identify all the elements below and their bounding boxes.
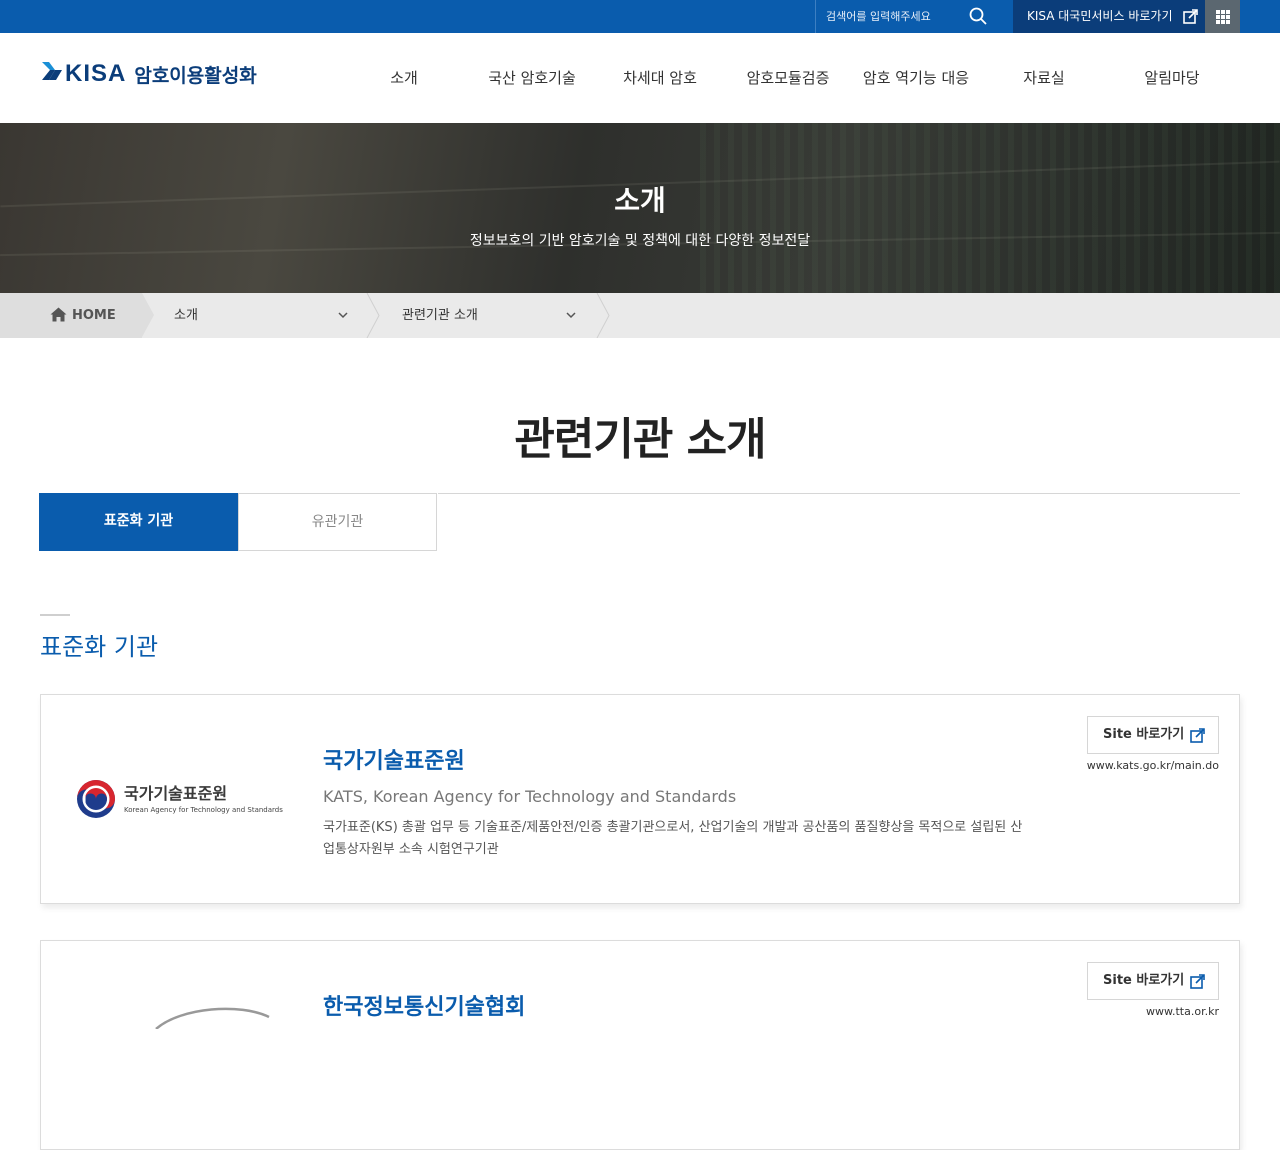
tab-standardization[interactable]: 표준화 기관 [39,493,238,551]
breadcrumb: HOME 소개 관련기관 소개 [0,293,1280,338]
header: KISA 암호이용활성화 소개 국산 암호기술 차세대 암호 암호모듈검증 암호… [0,33,1280,123]
org-name: 국가기술표준원 [323,749,465,774]
hero-title: 소개 [614,184,666,217]
nav-item-crypto-misuse[interactable]: 암호 역기능 대응 [852,33,980,123]
org-card: 한국정보통신기술협회 Site 바로가기 www.tta.or.kr [40,940,1240,1150]
external-link-icon [1190,728,1205,743]
kisa-public-service-link[interactable]: KISA 대국민서비스 바로가기 [1013,0,1205,33]
breadcrumb-level2-label: 관련기관 소개 [402,308,478,323]
global-nav: 소개 국산 암호기술 차세대 암호 암호모듈검증 암호 역기능 대응 자료실 알… [340,33,1236,123]
kisa-logo[interactable]: KISA 암호이용활성화 [40,57,257,91]
kisa-link-label: KISA 대국민서비스 바로가기 [1027,9,1173,23]
breadcrumb-level1-select[interactable]: 소개 [174,293,354,338]
kats-logo: 국가기술표준원 Korean Agency for Technology and… [76,779,291,821]
breadcrumb-home-label: HOME [72,308,116,323]
breadcrumb-separator [596,293,610,338]
page-title: 관련기관 소개 [514,414,766,465]
logo-kisa-text: KISA [65,60,127,87]
breadcrumb-level2-select[interactable]: 관련기관 소개 [402,293,582,338]
site-url[interactable]: www.tta.or.kr [1019,1005,1219,1018]
home-icon [50,307,67,322]
search-icon[interactable] [968,6,988,26]
hero-banner: 소개 정보보호의 기반 암호기술 및 정책에 대한 다양한 정보전달 [0,123,1280,293]
tta-logo [155,1007,270,1029]
nav-item-domestic-crypto[interactable]: 국산 암호기술 [468,33,596,123]
site-link-label: Site 바로가기 [1103,973,1185,988]
search-input[interactable] [826,8,976,25]
nav-item-intro[interactable]: 소개 [340,33,468,123]
kats-logo-english: Korean Agency for Technology and Standar… [124,806,283,814]
tab-related-orgs[interactable]: 유관기관 [238,493,437,551]
hero-subtitle: 정보보호의 기반 암호기술 및 정책에 대한 다양한 정보전달 [469,233,811,249]
org-card: 국가기술표준원 Korean Agency for Technology and… [40,694,1240,904]
site-link-button[interactable]: Site 바로가기 [1087,716,1219,754]
site-map-button[interactable] [1205,0,1240,33]
kats-logo-korean: 국가기술표준원 [124,784,228,803]
site-link-label: Site 바로가기 [1103,727,1185,742]
breadcrumb-level1-label: 소개 [174,308,198,323]
nav-item-notice[interactable]: 알림마당 [1108,33,1236,123]
nav-item-library[interactable]: 자료실 [980,33,1108,123]
kisa-logo-mark-icon [42,62,62,80]
chevron-down-icon [566,312,576,319]
section-accent-bar [40,614,70,616]
nav-item-module-validation[interactable]: 암호모듈검증 [724,33,852,123]
tabs-divider [438,493,1240,494]
org-name-en: KATS, Korean Agency for Technology and S… [323,787,737,806]
taegeuk-emblem-icon [77,780,115,818]
section-title: 표준화 기관 [40,633,159,661]
chevron-down-icon [338,312,348,319]
org-name: 한국정보통신기술협회 [323,995,526,1020]
breadcrumb-separator [366,293,380,338]
external-link-icon [1190,974,1205,989]
logo-subtitle: 암호이용활성화 [134,64,257,87]
top-utility-bar: KISA 대국민서비스 바로가기 [0,0,1280,33]
nav-item-next-gen-crypto[interactable]: 차세대 암호 [596,33,724,123]
breadcrumb-home[interactable]: HOME [0,293,142,338]
grid-icon [1216,10,1230,24]
external-link-icon [1183,9,1198,24]
breadcrumb-arrow [142,293,154,337]
site-url[interactable]: www.kats.go.kr/main.do [1019,759,1219,772]
org-description: 국가표준(KS) 총괄 업무 등 기술표준/제품안전/인증 총괄기관으로서, 산… [323,820,1023,857]
site-link-button[interactable]: Site 바로가기 [1087,962,1219,1000]
